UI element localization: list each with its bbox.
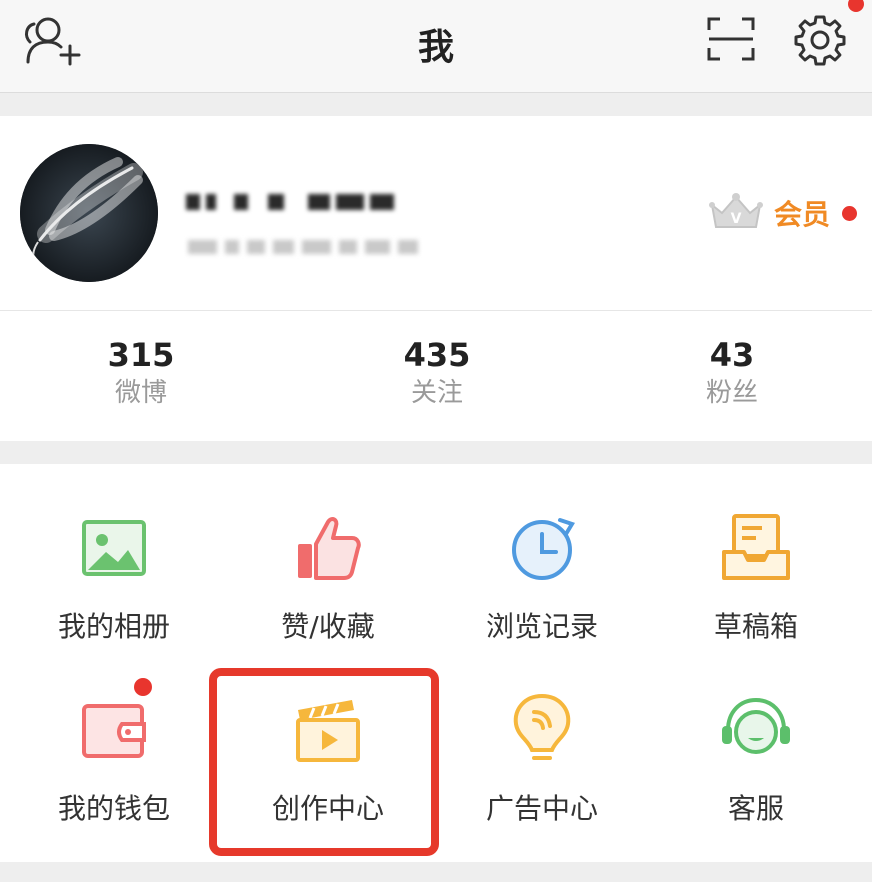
wallet-icon (82, 704, 146, 758)
stat-value: 315 (107, 336, 175, 374)
menu-item-label: 浏览记录 (485, 610, 598, 643)
wallet-notification-dot (134, 678, 152, 696)
ad-bulb-icon (513, 693, 571, 760)
avatar[interactable] (20, 144, 158, 282)
menu-item-label: 广告中心 (485, 792, 598, 825)
menu-item-drafts[interactable]: 草稿箱 (647, 464, 865, 644)
stat-posts[interactable]: 315 微博 (51, 335, 231, 411)
settings-notification-dot (848, 0, 864, 12)
menu-item-label: 草稿箱 (713, 610, 798, 643)
stat-value: 43 (709, 336, 755, 374)
stat-label: 粉丝 (705, 378, 758, 408)
membership-label: 会员 (774, 198, 831, 231)
stats-row: 315 微博 435 关注 43 粉丝 (0, 310, 872, 441)
menu-item-ad-center[interactable]: 广告中心 (433, 646, 651, 826)
stat-label: 关注 (410, 378, 463, 408)
profile-card[interactable]: V 会员 (0, 116, 872, 310)
menu-item-label: 客服 (727, 792, 784, 825)
menu-item-customer-service[interactable]: 客服 (647, 646, 865, 826)
stat-followers[interactable]: 43 粉丝 (642, 335, 822, 411)
username-redacted (186, 184, 456, 220)
menu-item-label: 我的相册 (57, 610, 170, 643)
history-clock-icon (512, 518, 575, 580)
thumbs-up-icon (298, 517, 361, 580)
headset-icon (722, 697, 790, 754)
vip-crown-icon: V (709, 193, 763, 228)
top-nav-bar: 我 (0, 0, 872, 93)
membership-notification-dot (842, 205, 858, 221)
menu-item-history[interactable]: 浏览记录 (433, 464, 651, 644)
menu-item-wallet[interactable]: 我的钱包 (5, 646, 223, 826)
menu-item-label: 赞/收藏 (281, 610, 375, 643)
scan-icon[interactable] (706, 16, 756, 62)
menu-item-likes-favorites[interactable]: 赞/收藏 (219, 464, 437, 644)
stat-value: 435 (403, 336, 471, 374)
svg-text:V: V (731, 211, 742, 227)
highlight-box (209, 668, 439, 856)
user-bio-redacted (188, 234, 418, 260)
menu-item-photo-album[interactable]: 我的相册 (5, 464, 223, 644)
stat-following[interactable]: 435 关注 (347, 335, 527, 411)
draft-box-icon (722, 514, 790, 580)
menu-item-label: 我的钱包 (57, 792, 170, 825)
feather-avatar-image (20, 144, 158, 282)
stat-label: 微博 (114, 378, 167, 408)
photo-album-icon (82, 520, 146, 576)
membership-link[interactable]: V 会员 (706, 188, 858, 238)
settings-icon[interactable] (794, 14, 846, 66)
